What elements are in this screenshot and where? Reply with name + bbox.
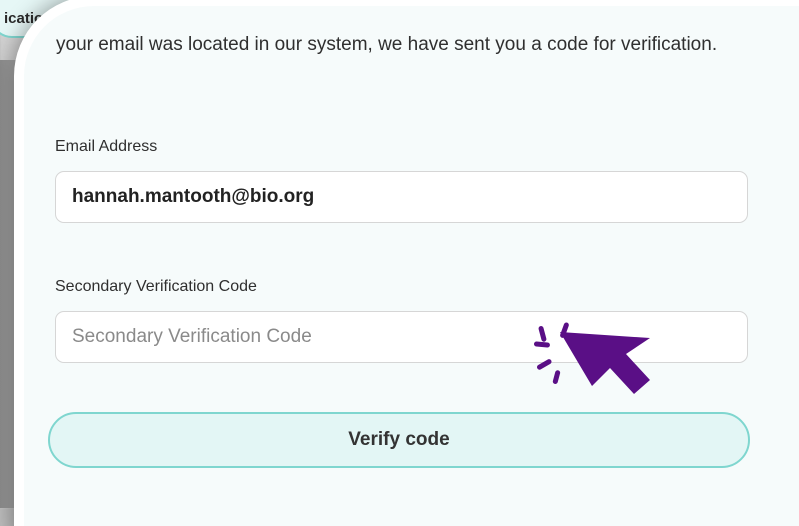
- verify-code-button[interactable]: Verify code: [48, 412, 750, 468]
- email-label: Email Address: [55, 138, 158, 155]
- intro-text: your email was located in our system, we…: [56, 34, 718, 55]
- verification-code-label: Secondary Verification Code: [55, 278, 257, 295]
- email-field[interactable]: [55, 171, 748, 223]
- click-cursor-icon: [533, 322, 650, 394]
